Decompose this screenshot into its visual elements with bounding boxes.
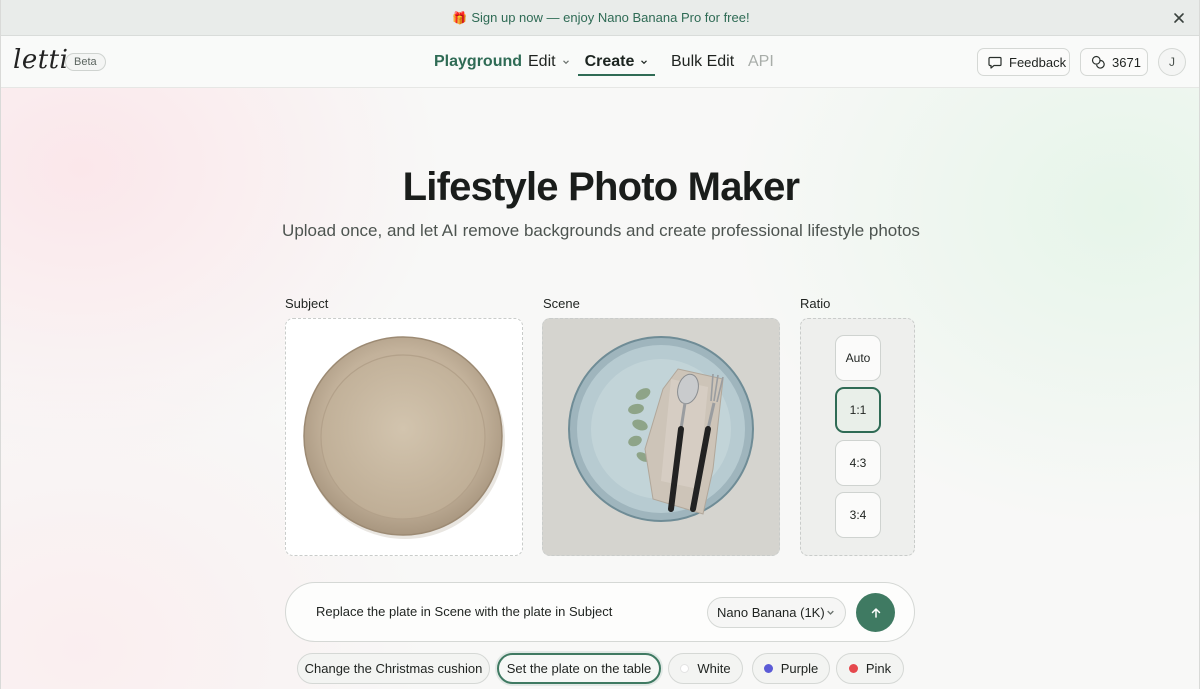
pink-swatch-icon [848,664,858,673]
chip-label: Pink [865,661,892,676]
send-button[interactable] [856,593,895,632]
purple-swatch-icon [763,664,773,673]
close-icon[interactable] [1169,8,1189,28]
subject-plate-image [303,336,505,539]
subject-label: Subject [285,296,329,311]
nav-edit[interactable]: Edit [528,36,570,88]
app-window: 🎁 Sign up now — enjoy Nano Banana Pro fo… [0,0,1200,689]
chip-label: Change the Christmas cushion [304,661,483,676]
suggestion-chip-plate-on-table[interactable]: Set the plate on the table [497,653,661,684]
chevron-down-icon [562,60,569,65]
nav-create-label: Create [584,53,635,70]
white-swatch-icon [680,664,690,673]
chevron-down-icon [827,610,834,615]
promo-banner[interactable]: 🎁 Sign up now — enjoy Nano Banana Pro fo… [1,0,1199,36]
scene-upload-dropzone[interactable] [542,318,780,556]
credits-count: 3671 [1112,54,1141,70]
scene-table-image [543,319,779,555]
ratio-option-1-1[interactable]: 1:1 [835,387,881,433]
ratio-label: Ratio [800,296,831,311]
chevron-down-icon [641,60,648,65]
page-subtitle: Upload once, and let AI remove backgroun… [282,221,920,240]
feedback-button[interactable]: Feedback [977,48,1070,76]
chip-label: Purple [780,661,819,676]
nav-bulk-edit-label: Bulk Edit [671,53,735,70]
nav-api-label: API [748,53,774,70]
model-select[interactable]: Nano Banana (1K) [707,597,846,628]
gift-icon: 🎁 [452,10,468,25]
main-content: Lifestyle Photo Maker Upload once, and l… [1,88,1199,689]
chip-label: Set the plate on the table [506,661,652,676]
ratio-option-3-4[interactable]: 3:4 [835,492,881,538]
suggestion-chip-christmas-cushion[interactable]: Change the Christmas cushion [297,653,490,684]
avatar[interactable]: J [1158,48,1186,76]
color-chip-pink[interactable]: Pink [836,653,904,684]
ratio-option-auto[interactable]: Auto [835,335,881,381]
scene-label: Scene [543,296,580,311]
prompt-bar: Replace the plate in Scene with the plat… [285,582,915,642]
top-navbar: letti Beta Playground Edit Create Bulk E… [1,36,1199,88]
color-chip-white[interactable]: White [668,653,743,684]
color-chip-purple[interactable]: Purple [752,653,830,684]
arrow-up-icon [871,607,880,618]
prompt-input[interactable]: Replace the plate in Scene with the plat… [316,604,706,619]
chip-label: White [697,661,731,676]
beta-badge: Beta [65,53,106,71]
nav-bulk-edit[interactable]: Bulk Edit [671,36,734,88]
ratio-option-4-3[interactable]: 4:3 [835,440,881,486]
feedback-label: Feedback [1009,54,1067,70]
page-title: Lifestyle Photo Maker [402,165,800,209]
nav-create[interactable]: Create [578,36,655,88]
ratio-selector: Auto 1:1 4:3 3:4 [800,318,915,556]
model-select-value: Nano Banana (1K) [717,605,825,620]
nav-api[interactable]: API [748,36,774,88]
credits-button[interactable]: 3671 [1080,48,1148,76]
nav-edit-label: Edit [528,53,556,70]
message-icon [988,56,1002,69]
nav-playground[interactable]: Playground [434,36,522,88]
nav-playground-label: Playground [434,53,523,70]
logo[interactable]: letti [13,45,68,75]
coins-icon [1091,55,1105,69]
promo-banner-text[interactable]: Sign up now — enjoy Nano Banana Pro for … [471,10,749,25]
subject-upload-dropzone[interactable] [285,318,523,556]
